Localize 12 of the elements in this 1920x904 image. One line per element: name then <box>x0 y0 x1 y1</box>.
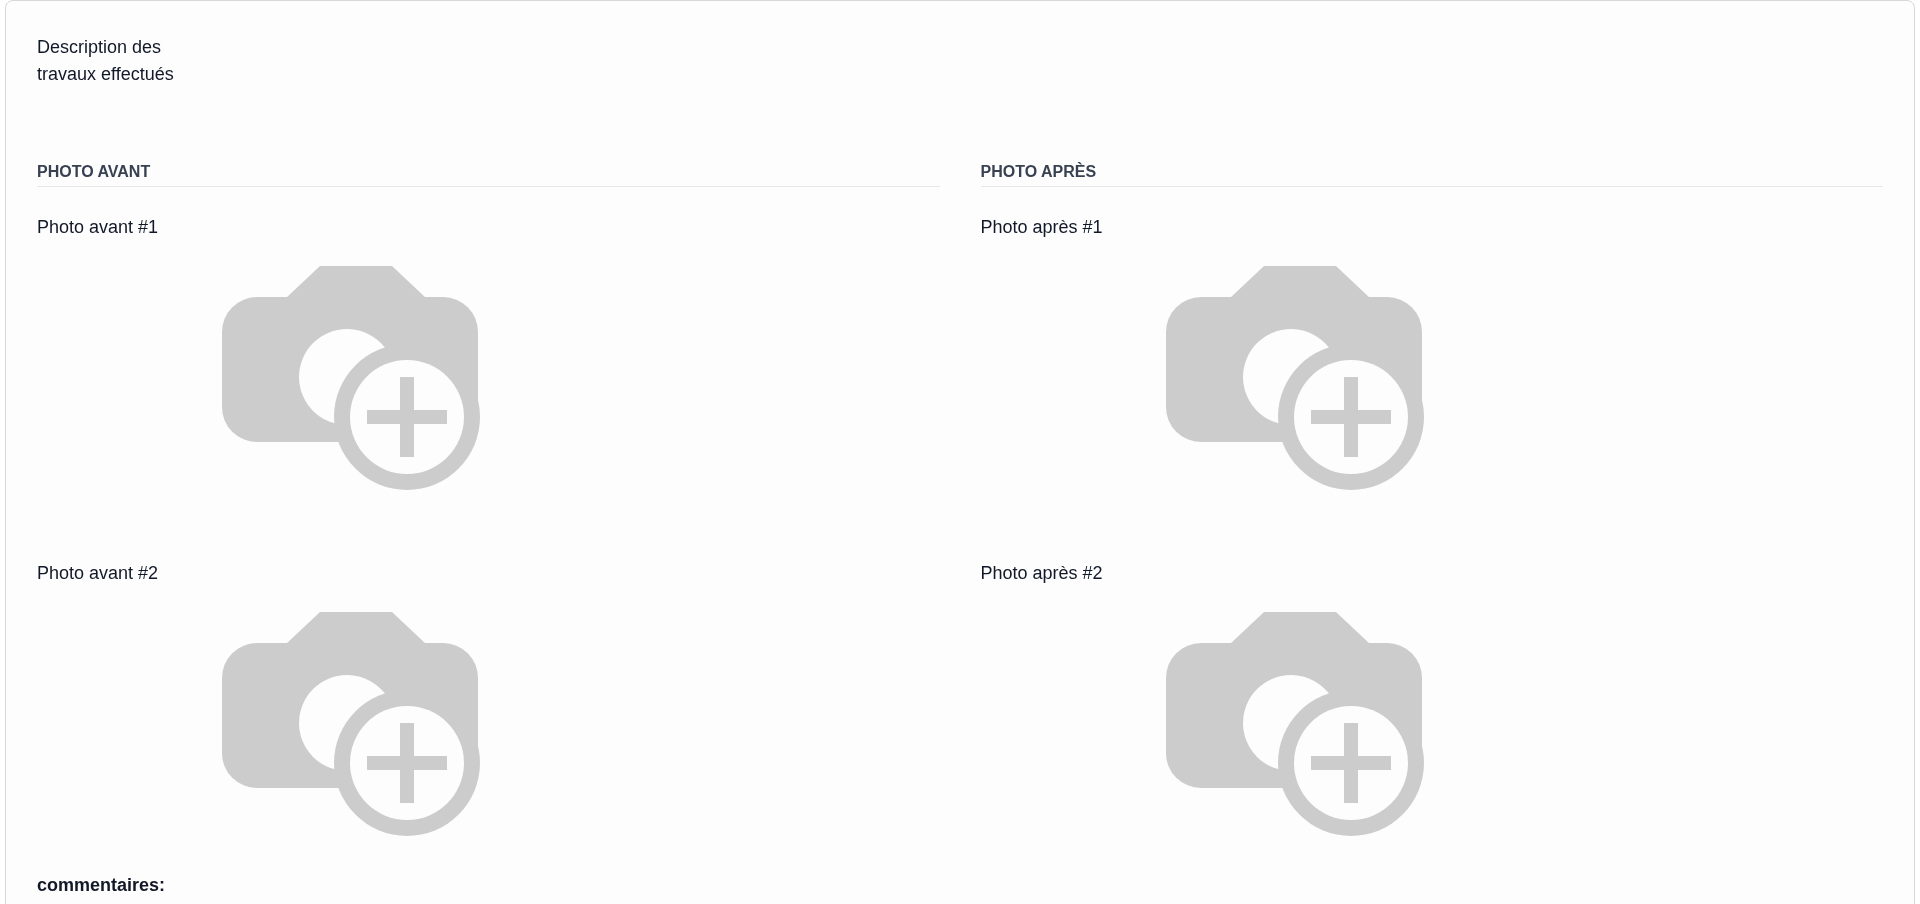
add-photo-icon[interactable] <box>1165 266 1424 491</box>
field-label: Photo après #1 <box>980 216 1103 239</box>
section-heading: PHOTO AVANT <box>37 160 940 187</box>
add-photo-icon[interactable] <box>222 266 480 491</box>
field-label: commentaires: <box>37 874 166 897</box>
section-heading: PHOTO APRÈS <box>980 160 1883 187</box>
add-photo-icon[interactable] <box>222 612 480 837</box>
field-label: Description des travaux effectués <box>37 36 175 86</box>
field-label: Photo avant #1 <box>37 216 159 239</box>
field-label: Photo après #2 <box>980 562 1103 585</box>
field-label: Photo avant #2 <box>37 562 159 585</box>
add-photo-icon[interactable] <box>1165 612 1424 837</box>
